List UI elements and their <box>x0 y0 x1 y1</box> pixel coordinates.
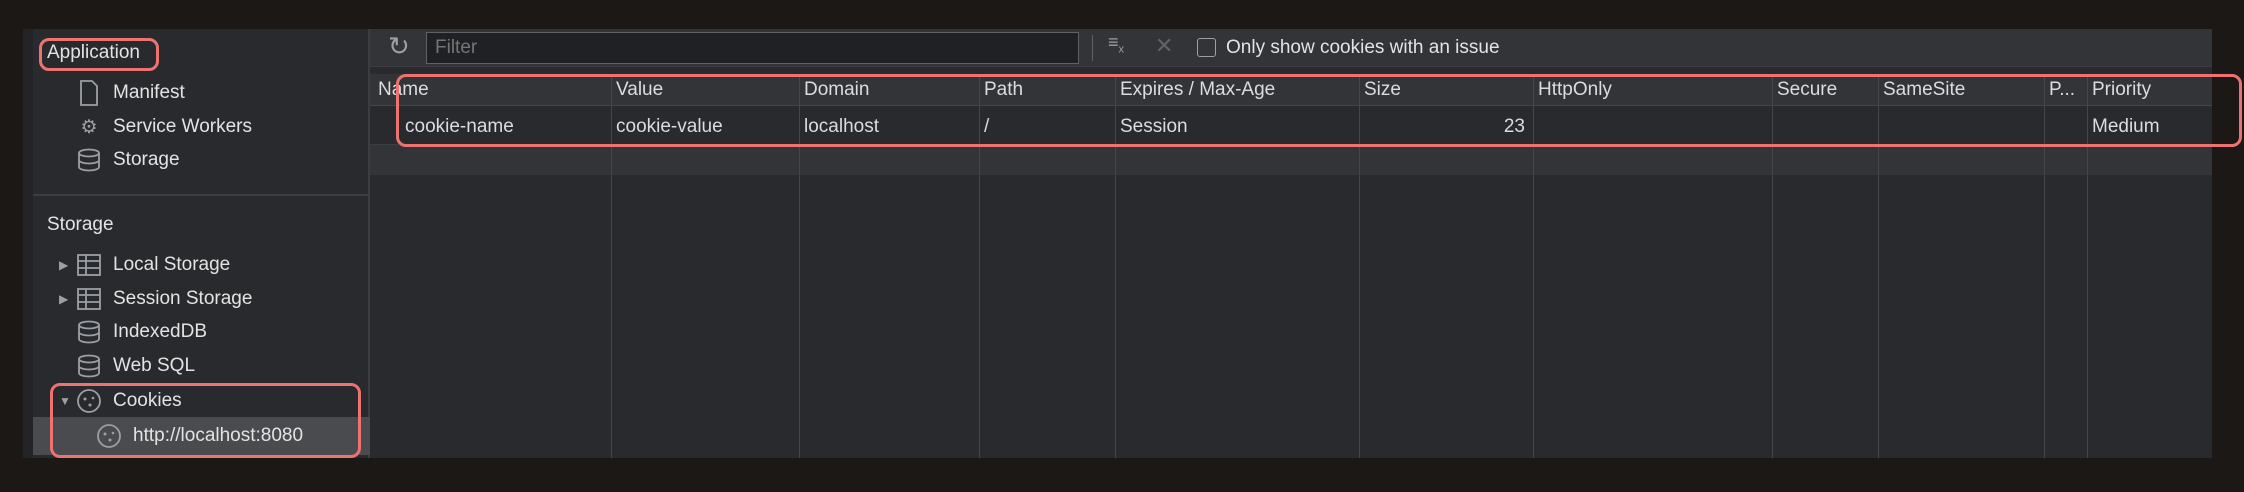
sidebar-item-session-storage[interactable]: ▶ Session Storage <box>59 282 252 316</box>
sidebar-item-service-workers[interactable]: ⚙ Service Workers <box>75 110 252 144</box>
database-icon <box>75 318 103 346</box>
column-header[interactable]: Secure <box>1777 79 1875 101</box>
sidebar-item-web-sql[interactable]: Web SQL <box>75 349 195 383</box>
table-icon <box>75 285 103 313</box>
column-divider[interactable] <box>799 74 800 458</box>
sidebar-item-manifest[interactable]: Manifest <box>75 76 185 110</box>
column-divider[interactable] <box>1115 74 1116 458</box>
table-cell: Session <box>1120 116 1188 137</box>
gears-icon: ⚙ <box>80 116 98 138</box>
column-header[interactable]: Name <box>378 79 608 101</box>
delete-icon[interactable]: ✕ <box>1155 33 1173 59</box>
expand-arrow-icon[interactable]: ▶ <box>59 292 73 306</box>
section-header-storage: Storage <box>47 214 114 235</box>
column-divider[interactable] <box>2087 74 2088 458</box>
column-header[interactable]: Size <box>1364 79 1530 101</box>
toolbar: ↻ ≡x ✕ Only show cookies with an issue <box>370 29 2212 67</box>
table-cell: / <box>984 116 990 137</box>
cookies-view: ↻ ≡x ✕ Only show cookies with an issue N… <box>370 29 2242 458</box>
column-divider[interactable] <box>1533 74 1534 458</box>
devtools-application-panel: Application Manifest ⚙ Service Workers St… <box>23 29 2242 458</box>
section-header-application: Application <box>47 42 140 63</box>
table-empty-row <box>370 145 2212 175</box>
filter-input[interactable] <box>426 32 1079 64</box>
database-icon <box>75 146 103 174</box>
column-header[interactable]: SameSite <box>1883 79 2041 101</box>
column-divider[interactable] <box>1772 74 1773 458</box>
column-divider[interactable] <box>1878 74 1879 458</box>
sidebar-item-local-storage[interactable]: ▶ Local Storage <box>59 248 230 282</box>
document-icon <box>75 79 103 107</box>
table-cell: cookie-value <box>616 116 723 137</box>
column-header[interactable]: P... <box>2049 79 2084 101</box>
sidebar-item-cookies[interactable]: ▼ Cookies <box>59 384 182 418</box>
database-icon <box>75 352 103 380</box>
cookie-icon <box>75 387 103 415</box>
table-cell: Medium <box>2092 116 2160 137</box>
column-header[interactable]: Domain <box>804 79 976 101</box>
table-cell: 23 <box>1503 116 1525 137</box>
toolbar-separator <box>1092 35 1093 61</box>
column-header[interactable]: Priority <box>2092 79 2209 101</box>
only-issues-checkbox[interactable] <box>1197 38 1216 57</box>
column-divider[interactable] <box>611 74 612 458</box>
refresh-icon[interactable]: ↻ <box>388 31 410 62</box>
cookie-icon <box>95 422 123 450</box>
collapse-arrow-icon[interactable]: ▼ <box>59 394 73 408</box>
sidebar-item-indexeddb[interactable]: IndexedDB <box>75 315 207 349</box>
column-header[interactable]: Path <box>984 79 1112 101</box>
table-cell: localhost <box>804 116 879 137</box>
table-icon <box>75 251 103 279</box>
column-header[interactable]: Value <box>616 79 796 101</box>
sidebar-divider <box>33 194 370 196</box>
sidebar: Application Manifest ⚙ Service Workers St… <box>23 29 370 458</box>
only-issues-label[interactable]: Only show cookies with an issue <box>1226 37 1500 59</box>
column-divider[interactable] <box>979 74 980 458</box>
sidebar-item-cookie-origin[interactable]: http://localhost:8080 <box>95 419 303 453</box>
column-divider[interactable] <box>2044 74 2045 458</box>
clear-filtered-icon[interactable]: ≡x <box>1108 32 1124 56</box>
table-cell: cookie-name <box>405 116 514 137</box>
cookies-table: Name cookie-name Value cookie-value Domain lo… <box>370 74 2212 458</box>
column-header[interactable]: Expires / Max-Age <box>1120 79 1356 101</box>
column-header[interactable]: HttpOnly <box>1538 79 1769 101</box>
sidebar-item-storage[interactable]: Storage <box>75 143 180 177</box>
expand-arrow-icon[interactable]: ▶ <box>59 258 73 272</box>
